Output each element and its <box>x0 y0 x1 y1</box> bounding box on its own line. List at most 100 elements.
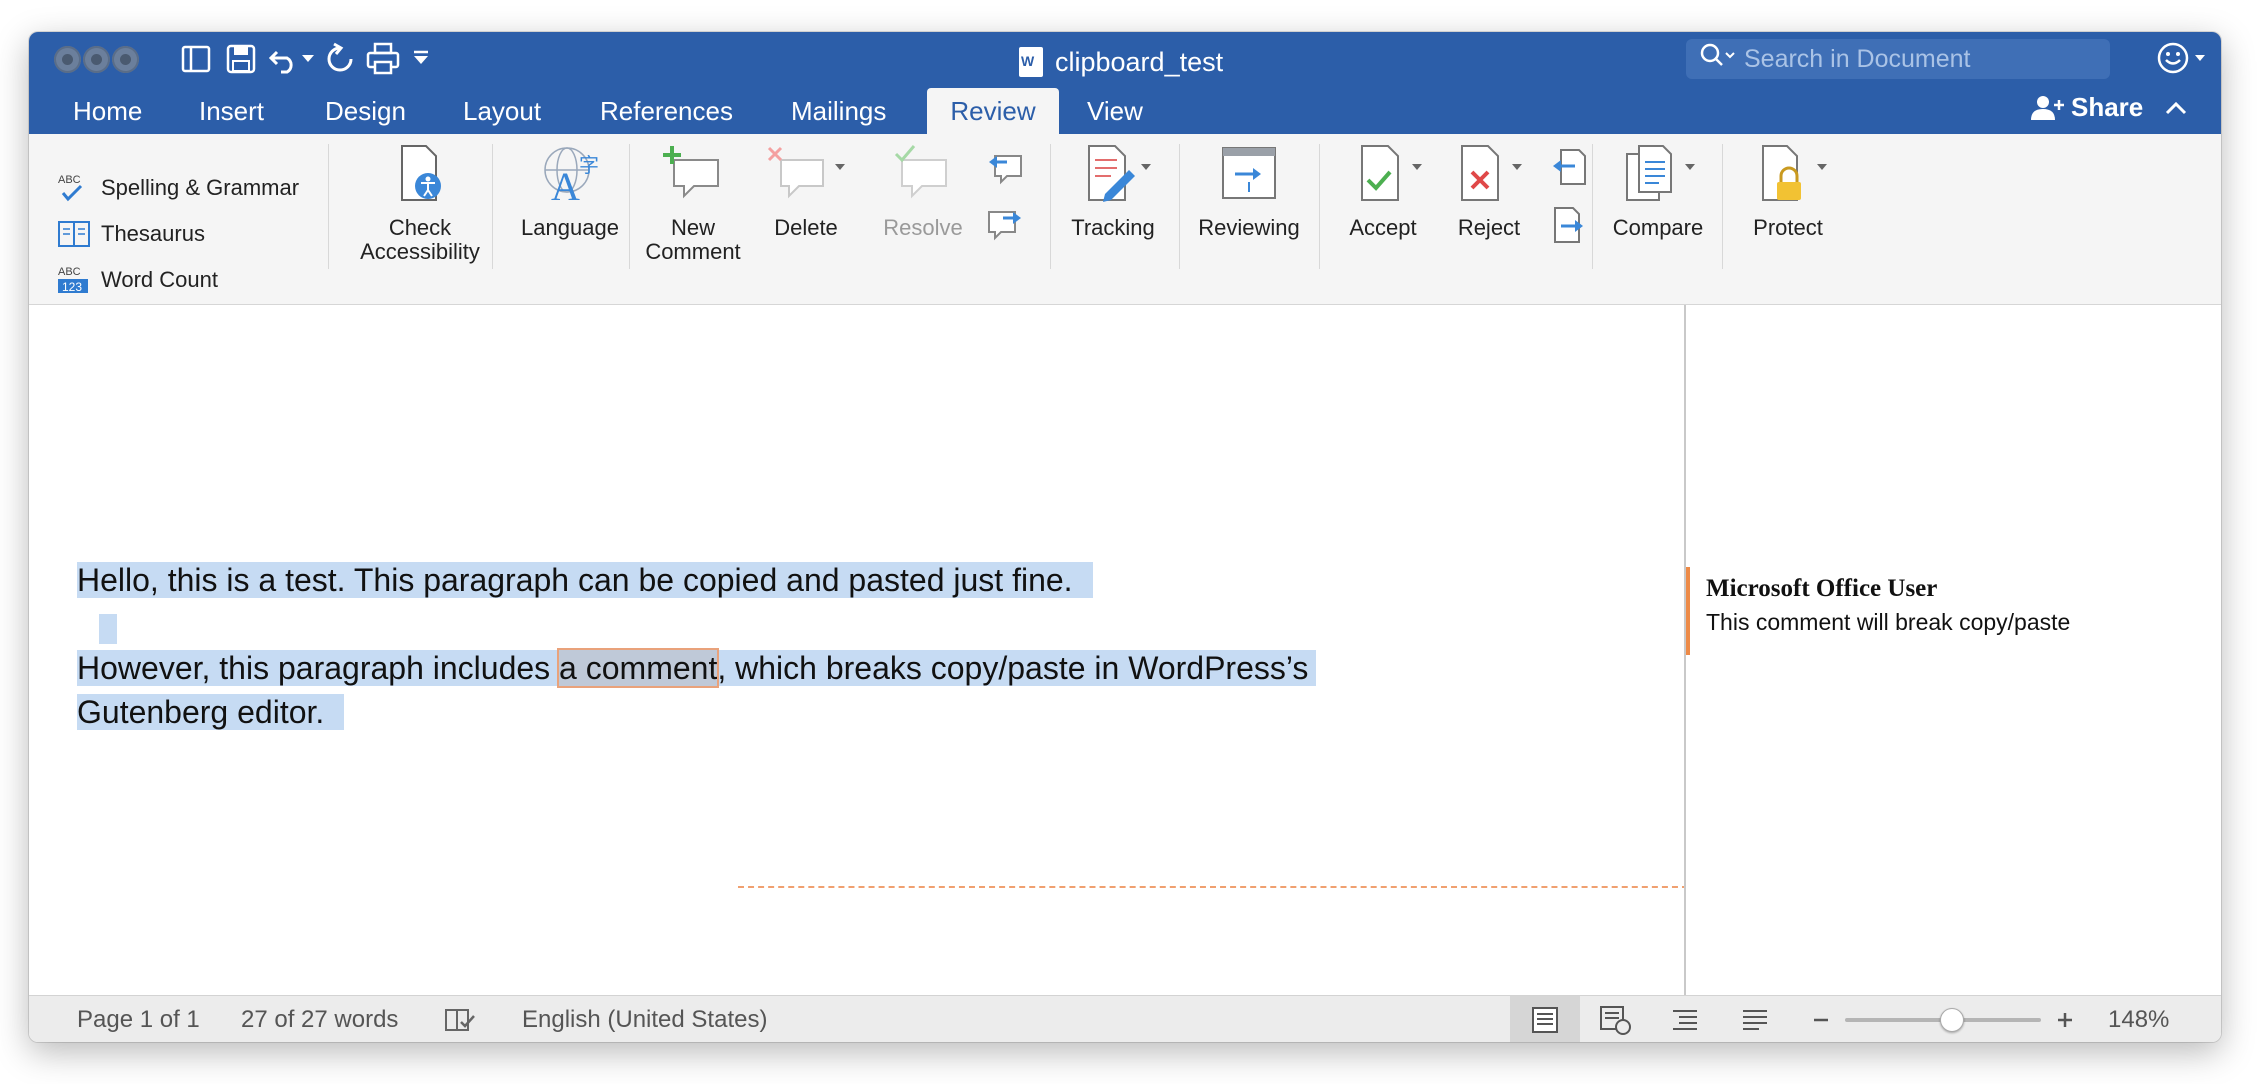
document-page[interactable]: Hello, this is a test. This paragraph ca… <box>29 305 1688 995</box>
language-status[interactable]: English (United States) <box>522 1006 767 1034</box>
document-title: clipboard_test <box>1019 44 1223 80</box>
share-button[interactable]: Share <box>2029 92 2187 123</box>
reject-button[interactable]: Reject <box>1439 142 1539 240</box>
comment-text[interactable]: This comment will break copy/paste <box>1706 609 2070 636</box>
previous-comment-icon[interactable] <box>985 148 1025 188</box>
comment-connector-line <box>738 886 1688 888</box>
word-count-status[interactable]: 27 of 27 words <box>241 1006 398 1034</box>
comment-balloon[interactable]: Microsoft Office User This comment will … <box>1686 567 2220 655</box>
language-label: Language <box>521 215 619 240</box>
zoom-window-button[interactable] <box>112 46 139 73</box>
word-count-button[interactable]: ABC 123 Word Count <box>57 263 218 297</box>
tab-references[interactable]: References <box>600 88 733 134</box>
compare-button[interactable]: Compare <box>1603 142 1713 240</box>
ribbon-separator <box>1050 144 1051 269</box>
tracking-button[interactable]: Tracking <box>1063 142 1163 240</box>
zoom-slider-thumb[interactable] <box>1940 1008 1964 1032</box>
word-document-icon <box>1019 47 1043 77</box>
svg-text:ABC: ABC <box>58 266 81 278</box>
ribbon-separator <box>1319 144 1320 269</box>
commented-text[interactable]: a comment <box>557 648 720 688</box>
reviewing-button[interactable]: Reviewing <box>1189 142 1309 240</box>
collapse-ribbon-icon[interactable] <box>2165 101 2187 115</box>
accessibility-icon <box>401 145 441 201</box>
search-icon[interactable] <box>1698 41 1742 77</box>
tab-home[interactable]: Home <box>73 88 142 134</box>
paragraph-2[interactable]: However, this paragraph includes a comme… <box>77 646 1317 734</box>
tab-view[interactable]: View <box>1087 88 1143 134</box>
new-comment-label-line1: New <box>670 215 715 240</box>
accept-button[interactable]: Accept <box>1329 142 1437 240</box>
tracking-icon <box>1088 145 1151 202</box>
svg-text:123: 123 <box>62 280 82 294</box>
thesaurus-label: Thesaurus <box>101 221 205 246</box>
save-icon[interactable] <box>224 42 258 76</box>
next-comment-icon[interactable] <box>985 204 1025 244</box>
compare-label: Compare <box>1612 215 1704 240</box>
protect-label: Protect <box>1753 215 1823 240</box>
tab-layout[interactable]: Layout <box>463 88 541 134</box>
resolve-button[interactable]: Resolve <box>871 142 975 240</box>
ribbon-separator <box>1179 144 1180 269</box>
thesaurus-button[interactable]: Thesaurus <box>57 217 205 251</box>
ribbon-separator <box>328 144 329 269</box>
spelling-grammar-label: Spelling & Grammar <box>101 175 300 200</box>
zoom-out-icon[interactable] <box>1811 1010 1831 1030</box>
new-comment-button[interactable]: New Comment <box>645 142 741 264</box>
undo-dropdown-icon[interactable] <box>301 54 315 64</box>
customize-toolbar-icon[interactable] <box>412 49 430 67</box>
tab-insert[interactable]: Insert <box>199 88 264 134</box>
status-bar: Page 1 of 1 27 of 27 words English (Unit… <box>29 995 2221 1042</box>
redo-icon[interactable] <box>323 42 357 76</box>
search-box[interactable] <box>1686 39 2110 79</box>
close-window-button[interactable] <box>54 46 81 73</box>
ribbon-tabs: Home Insert Design Layout References Mai… <box>29 88 2221 134</box>
document-title-text: clipboard_test <box>1055 46 1224 77</box>
tracking-label: Tracking <box>1071 215 1155 240</box>
zoom-in-icon[interactable] <box>2055 1010 2075 1030</box>
web-layout-view-button[interactable] <box>1580 996 1650 1042</box>
word-count-icon: ABC 123 <box>58 266 88 294</box>
print-layout-view-button[interactable] <box>1510 996 1580 1042</box>
reviewing-label: Reviewing <box>1198 215 1300 240</box>
next-change-icon[interactable] <box>1549 204 1589 248</box>
language-button[interactable]: A 字 Language <box>507 142 633 240</box>
zoom-level[interactable]: 148% <box>2108 1006 2169 1034</box>
accept-icon <box>1361 145 1422 201</box>
resolve-label: Resolve <box>883 215 963 240</box>
review-ribbon: ABC Spelling & Grammar Thesaurus ABC 123 <box>29 134 2221 307</box>
tab-mailings[interactable]: Mailings <box>791 88 886 134</box>
search-input[interactable] <box>1742 43 2086 75</box>
check-accessibility-button[interactable]: Check Accessibility <box>345 142 495 264</box>
delete-comment-button[interactable]: Delete <box>751 142 861 240</box>
feedback-smiley-icon[interactable] <box>2157 40 2209 85</box>
sidebar-toggle-icon[interactable] <box>179 42 213 76</box>
add-person-icon <box>2031 95 2064 120</box>
svg-text:字: 字 <box>579 154 599 177</box>
tab-design[interactable]: Design <box>325 88 406 134</box>
undo-icon[interactable] <box>267 42 301 76</box>
paragraph-1[interactable]: Hello, this is a test. This paragraph ca… <box>77 558 1093 602</box>
ribbon-separator <box>492 144 493 269</box>
word-window: clipboard_test Home Inse <box>29 32 2221 1042</box>
spelling-grammar-button[interactable]: ABC Spelling & Grammar <box>57 171 299 205</box>
proofing-status-icon[interactable] <box>443 1006 477 1034</box>
paragraph-2-text-start: However, this paragraph includes <box>77 650 560 686</box>
svg-text:ABC: ABC <box>58 174 81 186</box>
ribbon-separator <box>1592 144 1593 269</box>
comment-author: Microsoft Office User <box>1706 575 1938 602</box>
word-count-label: Word Count <box>101 267 218 292</box>
title-bar: clipboard_test Home Inse <box>29 32 2221 134</box>
outline-view-button[interactable] <box>1650 996 1720 1042</box>
minimize-window-button[interactable] <box>83 46 110 73</box>
print-icon[interactable] <box>365 41 401 77</box>
previous-change-icon[interactable] <box>1549 146 1589 190</box>
print-layout-icon <box>1532 1006 1558 1033</box>
tab-review[interactable]: Review <box>927 88 1059 134</box>
delete-label: Delete <box>774 215 838 240</box>
page-count[interactable]: Page 1 of 1 <box>77 1006 200 1034</box>
draft-icon <box>1743 1009 1767 1030</box>
draft-view-button[interactable] <box>1720 996 1790 1042</box>
svg-text:A: A <box>551 164 580 206</box>
protect-button[interactable]: Protect <box>1733 142 1843 240</box>
